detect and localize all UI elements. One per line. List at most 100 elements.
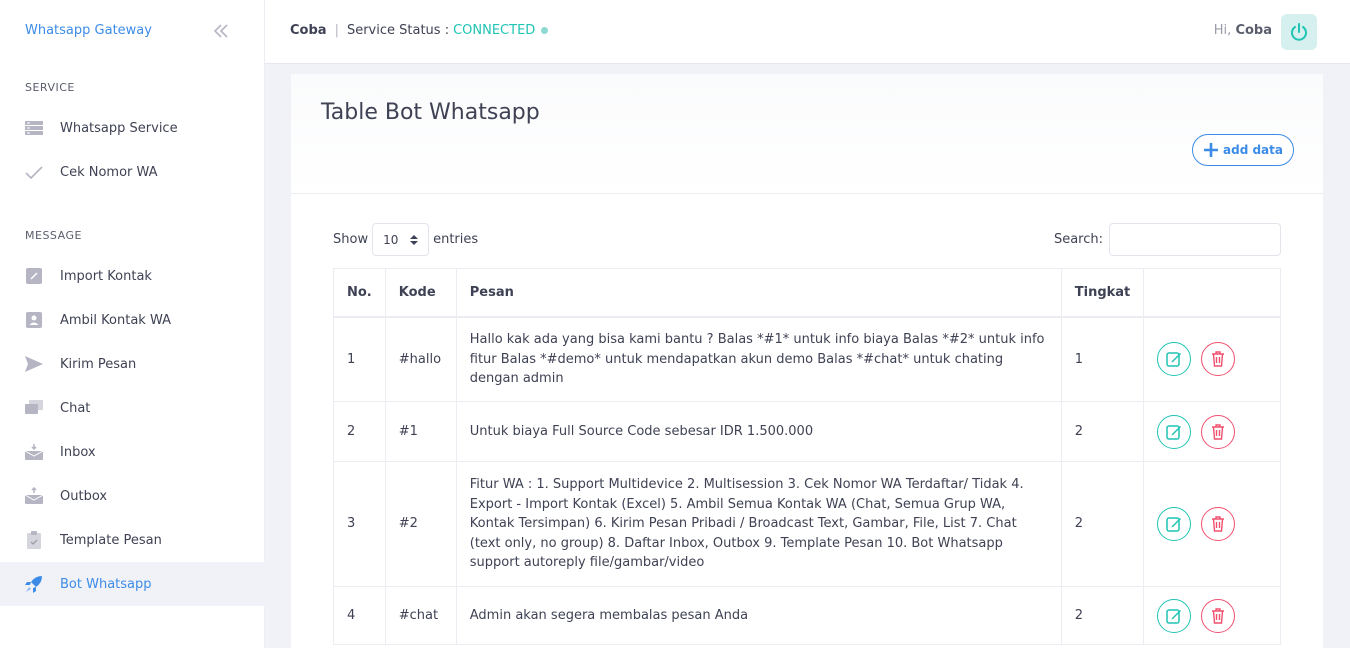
add-data-button[interactable]: add data (1192, 134, 1294, 166)
cell-actions (1143, 461, 1281, 587)
bot-table-card: Table Bot Whatsapp add data Show 10 entr… (291, 74, 1323, 648)
section-title-service: SERVICE (25, 81, 75, 94)
rocket-icon (24, 574, 44, 594)
outbox-icon (24, 486, 44, 506)
trash-icon (1212, 516, 1225, 532)
cell-kode: #chat (384, 586, 457, 645)
delete-button[interactable] (1201, 507, 1236, 541)
column-header-no[interactable]: No. (333, 268, 386, 318)
user-greeting: Hi, Coba (1214, 23, 1272, 38)
header-separator: | (334, 23, 339, 38)
clipboard-icon (24, 530, 44, 550)
add-data-label: add data (1223, 143, 1283, 157)
cell-pesan: Admin akan segera membalas pesan Anda (455, 586, 1062, 645)
trash-icon (1212, 351, 1225, 367)
column-header-actions (1143, 268, 1281, 318)
section-title-message: MESSAGE (25, 229, 82, 242)
cell-pesan: Hallo kak ada yang bisa kami bantu ? Bal… (455, 316, 1062, 402)
column-header-pesan[interactable]: Pesan (455, 268, 1062, 318)
send-icon (24, 354, 44, 374)
contact-card-icon (24, 310, 44, 330)
bot-table: No. Kode Pesan Tingkat 1 #hallo Hallo ka… (333, 268, 1281, 645)
sidebar-item-cek-nomor[interactable]: Cek Nomor WA (0, 150, 265, 194)
entries-value: 10 (383, 232, 399, 247)
entries-label: entries (433, 232, 479, 247)
server-icon (24, 118, 44, 138)
trash-icon (1212, 607, 1225, 624)
show-label: Show (333, 232, 369, 247)
greeting-hi: Hi, (1213, 23, 1232, 38)
sidebar-item-whatsapp-service[interactable]: Whatsapp Service (0, 106, 265, 150)
sidebar-item-outbox[interactable]: Outbox (0, 474, 265, 518)
sidebar-item-label: Whatsapp Service (60, 120, 178, 136)
sort-arrows-icon (410, 234, 419, 245)
cell-tingkat: 1 (1060, 316, 1145, 402)
delete-button[interactable] (1201, 598, 1236, 633)
cell-actions (1143, 401, 1281, 462)
logout-button[interactable] (1281, 14, 1317, 50)
column-header-kode[interactable]: Kode (384, 268, 457, 318)
sidebar-item-inbox[interactable]: Inbox (0, 430, 265, 474)
cell-pesan: Fitur WA : 1. Support Multidevice 2. Mul… (455, 461, 1062, 587)
sidebar: Whatsapp Gateway SERVICE Whatsapp Servic… (0, 0, 265, 648)
column-header-tingkat[interactable]: Tingkat (1060, 268, 1145, 318)
entries-select[interactable]: 10 (372, 223, 430, 256)
card-header: Table Bot Whatsapp add data (291, 74, 1323, 194)
collapse-sidebar-icon[interactable] (211, 21, 231, 41)
delete-button[interactable] (1201, 414, 1236, 449)
sidebar-item-kirim-pesan[interactable]: Kirim Pesan (0, 342, 265, 386)
header-user-name: Coba (290, 23, 327, 38)
cell-actions (1143, 316, 1281, 402)
edit-icon (1166, 352, 1182, 367)
page-title: Table Bot Whatsapp (321, 100, 540, 125)
check-icon (24, 162, 44, 182)
sidebar-item-label: Inbox (60, 444, 96, 460)
edit-button[interactable] (1157, 507, 1192, 541)
cell-kode: #hallo (384, 316, 457, 402)
greeting-name: Coba (1235, 23, 1272, 38)
service-status: Coba | Service Status : CONNECTED (290, 23, 549, 38)
table-row: 3 #2 Fitur WA : 1. Support Multidevice 2… (333, 461, 1281, 587)
cell-tingkat: 2 (1060, 461, 1145, 587)
sidebar-item-label: Chat (60, 400, 91, 416)
brand-title[interactable]: Whatsapp Gateway (25, 23, 152, 38)
cell-no: 1 (333, 316, 386, 402)
cell-kode: #1 (384, 401, 457, 462)
inbox-icon (24, 442, 44, 462)
table-row: 2 #1 Untuk biaya Full Source Code sebesa… (333, 401, 1281, 462)
cell-kode: #2 (384, 461, 457, 587)
cell-tingkat: 2 (1060, 586, 1145, 645)
sidebar-item-chat[interactable]: Chat (0, 386, 265, 430)
search-input[interactable] (1109, 223, 1281, 256)
sidebar-item-template-pesan[interactable]: Template Pesan (0, 518, 265, 562)
sidebar-item-label: Outbox (60, 488, 108, 504)
sidebar-item-label: Import Kontak (60, 268, 152, 284)
sidebar-item-label: Template Pesan (60, 532, 162, 548)
sidebar-item-bot-whatsapp[interactable]: Bot Whatsapp (0, 562, 265, 606)
sidebar-item-label: Ambil Kontak WA (60, 312, 171, 328)
entries-control: Show 10 entries (333, 223, 478, 256)
sidebar-item-label: Bot Whatsapp (60, 576, 152, 592)
chat-icon (24, 398, 44, 418)
power-icon (1291, 23, 1307, 41)
sidebar-item-label: Cek Nomor WA (60, 164, 158, 180)
table-row: 1 #hallo Hallo kak ada yang bisa kami ba… (333, 316, 1281, 402)
edit-icon (1166, 608, 1182, 624)
edit-button[interactable] (1157, 598, 1192, 633)
edit-icon (1166, 424, 1182, 440)
edit-button[interactable] (1157, 414, 1192, 449)
cell-actions (1143, 586, 1281, 645)
table-row: 4 #chat Admin akan segera membalas pesan… (333, 586, 1281, 645)
edit-button[interactable] (1157, 342, 1192, 377)
sidebar-item-import-kontak[interactable]: Import Kontak (0, 254, 265, 298)
delete-button[interactable] (1201, 342, 1236, 377)
table-header-row: No. Kode Pesan Tingkat (333, 268, 1281, 318)
search-label: Search: (1053, 232, 1103, 247)
edit-icon (1166, 517, 1182, 532)
status-dot-icon (541, 27, 549, 34)
cell-pesan: Untuk biaya Full Source Code sebesar IDR… (455, 401, 1062, 462)
cell-tingkat: 2 (1060, 401, 1145, 462)
cell-no: 2 (333, 401, 386, 462)
sidebar-item-ambil-kontak[interactable]: Ambil Kontak WA (0, 298, 265, 342)
trash-icon (1212, 423, 1225, 440)
